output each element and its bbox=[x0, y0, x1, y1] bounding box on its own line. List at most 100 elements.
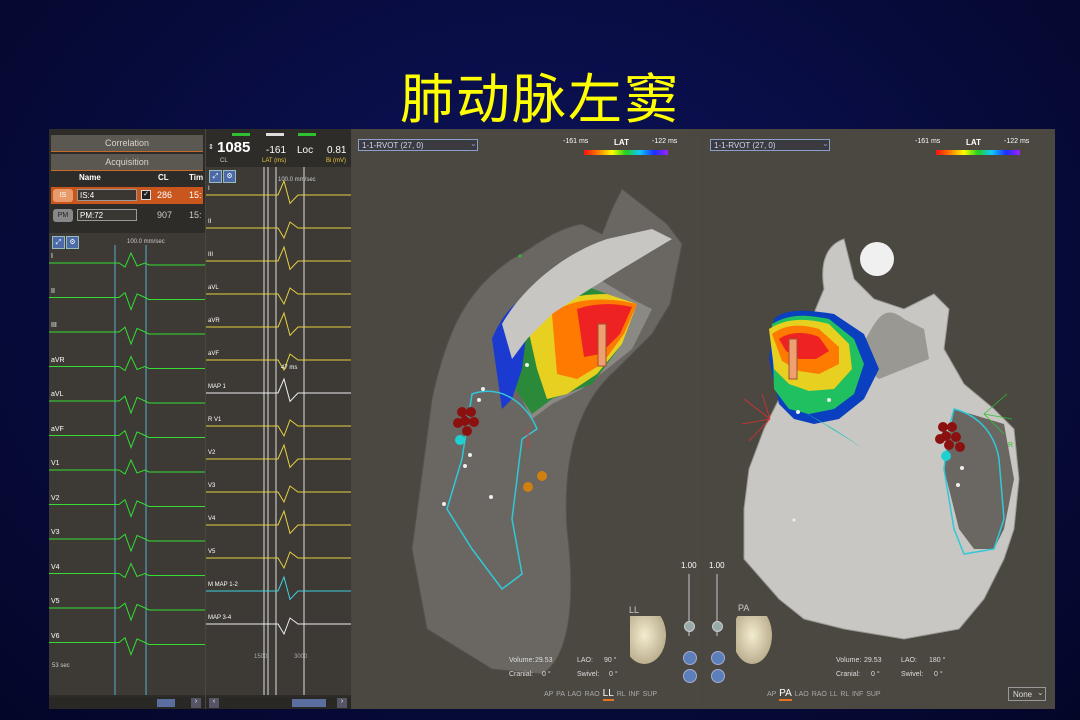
lead-label: aVF bbox=[51, 425, 64, 433]
zoom-value: 1.00 bbox=[681, 561, 697, 570]
view-sup[interactable]: SUP bbox=[643, 691, 657, 698]
lat-value: -161 bbox=[266, 145, 287, 156]
view-pa[interactable]: PA bbox=[556, 691, 564, 698]
ecg-trace-area: ⤢ ⚙ 100.0 mm/sec I II III aVR aVL aVF V1 V2 V3 V4… bbox=[49, 233, 205, 695]
table-row[interactable]: PM PM:72 907 15: bbox=[51, 207, 203, 224]
signal-trace bbox=[206, 221, 351, 240]
signal-trace bbox=[206, 551, 351, 570]
rotate-icon[interactable] bbox=[683, 669, 697, 683]
volume-value: 29.53 bbox=[864, 657, 882, 664]
row-name-select[interactable]: IS:4 bbox=[77, 189, 137, 201]
view-rao[interactable]: RAO bbox=[812, 691, 827, 698]
signal-trace bbox=[206, 443, 351, 469]
chevron-down-icon[interactable]: ⌄ bbox=[1037, 688, 1044, 697]
loc-label: Loc bbox=[297, 145, 314, 156]
cranial-value: 0 ° bbox=[871, 671, 880, 678]
lao-label: LAO: bbox=[901, 657, 917, 664]
bi-label: Bi (mV) bbox=[326, 158, 346, 164]
view-lao[interactable]: LAO bbox=[795, 691, 809, 698]
row-checkbox[interactable]: ✓ bbox=[141, 190, 151, 200]
rotate-down-icon[interactable] bbox=[683, 651, 697, 665]
cranial-value: 0 ° bbox=[542, 671, 551, 678]
view-lao[interactable]: LAO bbox=[568, 691, 582, 698]
lead-label: V4 bbox=[51, 563, 60, 571]
view-inf[interactable]: INF bbox=[852, 691, 863, 698]
row-name-select[interactable]: PM:72 bbox=[77, 209, 137, 221]
ecg-trace bbox=[49, 429, 205, 449]
axis-label-r: R bbox=[1008, 442, 1014, 449]
view-ll[interactable]: LL bbox=[830, 691, 838, 698]
heart-orientation-icon[interactable] bbox=[630, 616, 666, 664]
lead-label: II bbox=[51, 287, 55, 295]
view-ll[interactable]: LL bbox=[602, 688, 614, 701]
tab-correlation[interactable]: Correlation bbox=[51, 135, 203, 152]
signal-trace bbox=[206, 485, 351, 504]
lat-label: LAT (ms) bbox=[262, 158, 287, 164]
view-ap[interactable]: AP bbox=[767, 691, 776, 698]
signal-lead-label: MAP 3-4 bbox=[208, 615, 232, 621]
signal-scrollbar[interactable]: ‹ › bbox=[206, 697, 351, 709]
signal-lead-label: V4 bbox=[208, 516, 216, 522]
signal-trace bbox=[206, 419, 351, 438]
view-ap[interactable]: AP bbox=[544, 691, 553, 698]
interval-annotation: 47 ms bbox=[281, 365, 298, 371]
map-view-ll[interactable]: 1-1-RVOT (27, 0) ⌄ -161 ms LAT -122 ms L… bbox=[352, 129, 701, 709]
ecg-traces bbox=[49, 245, 205, 695]
lead-label: I bbox=[51, 253, 53, 260]
view-rl[interactable]: RL bbox=[617, 691, 626, 698]
ecg-trace bbox=[49, 562, 205, 579]
view-rao[interactable]: RAO bbox=[585, 691, 600, 698]
ecg-trace bbox=[49, 251, 205, 268]
tick-1500: 1500 bbox=[254, 654, 268, 660]
col-cl: CL bbox=[158, 173, 169, 182]
signal-lead-label: R V1 bbox=[208, 417, 222, 423]
row-tim: 15: bbox=[189, 190, 202, 200]
mapping-system-screenshot: Correlation Acquisition Name CL Tim IS I… bbox=[49, 129, 1055, 709]
map-view-pa[interactable]: 1-1-RVOT (27, 0) ⌄ -161 ms LAT -122 ms R… bbox=[704, 129, 1055, 709]
cl-label: CL bbox=[220, 158, 228, 164]
swivel-label: Swivel: bbox=[577, 671, 600, 678]
signal-trace bbox=[206, 287, 351, 306]
zoom-slider-knob[interactable] bbox=[712, 621, 723, 632]
view-pa[interactable]: PA bbox=[779, 688, 792, 701]
view-inf[interactable]: INF bbox=[628, 691, 639, 698]
signal-trace bbox=[206, 575, 351, 601]
zoom-value: 1.00 bbox=[709, 561, 725, 570]
signal-trace bbox=[206, 377, 351, 403]
zoom-slider-knob[interactable] bbox=[684, 621, 695, 632]
table-row[interactable]: IS IS:4 ✓ 286 15: bbox=[51, 187, 203, 204]
view-orientation-label: PA bbox=[738, 603, 750, 613]
lead-label: V6 bbox=[51, 632, 60, 640]
swivel-label: Swivel: bbox=[901, 671, 924, 678]
ecg-trace bbox=[49, 636, 205, 656]
ecg-trace bbox=[49, 533, 205, 553]
signal-lead-label: I bbox=[208, 186, 210, 192]
signal-lead-label: V5 bbox=[208, 549, 216, 555]
lead-label: aVL bbox=[51, 391, 64, 398]
signal-trace bbox=[206, 509, 351, 535]
signal-lead-label: III bbox=[208, 252, 214, 258]
cranial-label: Cranial: bbox=[836, 671, 861, 678]
is-badge[interactable]: IS bbox=[53, 189, 73, 202]
ecg-scrollbar[interactable]: › bbox=[49, 697, 205, 709]
signal-trace bbox=[206, 353, 351, 372]
view-rl[interactable]: RL bbox=[840, 691, 849, 698]
scroll-left-icon[interactable]: ‹ bbox=[209, 698, 219, 708]
lead-label: V1 bbox=[51, 460, 60, 467]
ecg-trace bbox=[49, 395, 205, 415]
heart-orientation-icon[interactable] bbox=[736, 616, 772, 664]
rotate-icon[interactable] bbox=[711, 669, 725, 683]
view-orientation-label: LL bbox=[629, 605, 640, 615]
ecg-trace bbox=[49, 458, 205, 475]
tab-acquisition[interactable]: Acquisition bbox=[51, 154, 203, 171]
lead-label: V2 bbox=[51, 494, 60, 502]
signal-trace bbox=[206, 179, 351, 205]
scroll-right-icon[interactable]: › bbox=[191, 698, 201, 708]
view-sup[interactable]: SUP bbox=[866, 691, 880, 698]
signal-trace bbox=[206, 245, 351, 271]
sort-icon[interactable]: ⇕ bbox=[208, 143, 214, 151]
pm-badge[interactable]: PM bbox=[53, 209, 73, 222]
scroll-right-icon[interactable]: › bbox=[337, 698, 347, 708]
rotate-down-icon[interactable] bbox=[711, 651, 725, 665]
lao-label: LAO: bbox=[577, 657, 593, 664]
